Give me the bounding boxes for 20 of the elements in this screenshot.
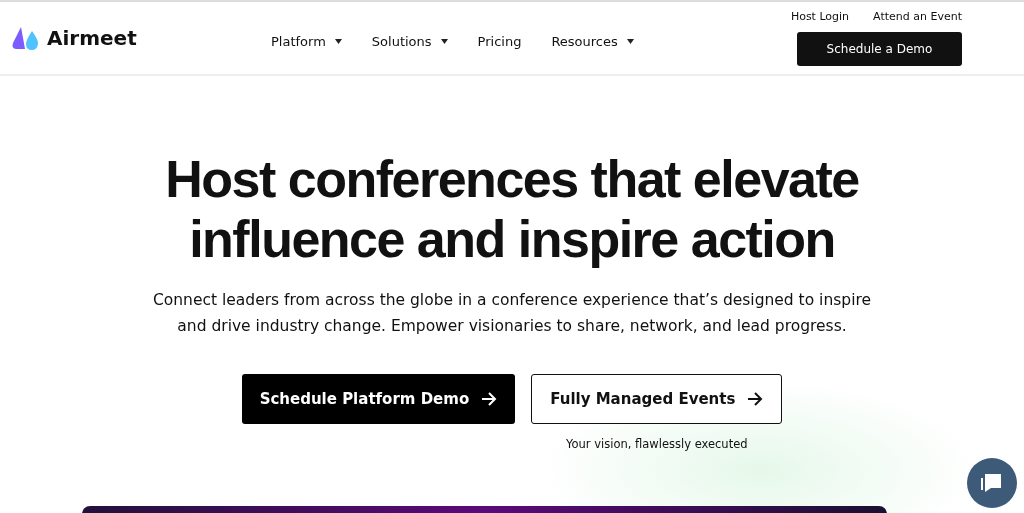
schedule-demo-button[interactable]: Schedule a Demo [797, 32, 962, 66]
logo-text: Airmeet [47, 26, 137, 50]
logo-icon [11, 25, 41, 51]
button-caption: Your vision, flawlessly executed [566, 437, 748, 451]
hero-headline: Host conferences that elevate influence and inspire action [164, 149, 860, 269]
hero-button[interactable]: Fully Managed Events [531, 374, 783, 424]
top-link[interactable]: Attend an Event [873, 10, 962, 23]
caret-icon [334, 38, 342, 44]
hero-subtitle: Connect leaders from across the globe in a conference experience that’s designed to inspire and drive industry change. Empower visionaries to share, network, and lead progress. [152, 290, 872, 337]
arrow-icon [481, 392, 498, 406]
hero-button[interactable]: Schedule Platform Demo [241, 374, 516, 424]
nav-link[interactable]: Resources [551, 33, 634, 49]
nav-link[interactable]: Platform [271, 33, 342, 49]
nav-link[interactable]: Pricing [477, 33, 522, 49]
top-link[interactable]: Host Login [790, 10, 850, 23]
caret-icon [626, 38, 634, 44]
arrow-icon [747, 392, 764, 406]
caret-icon [440, 38, 448, 44]
nav-link[interactable]: Solutions [371, 33, 448, 49]
chat-button[interactable] [967, 458, 1017, 508]
